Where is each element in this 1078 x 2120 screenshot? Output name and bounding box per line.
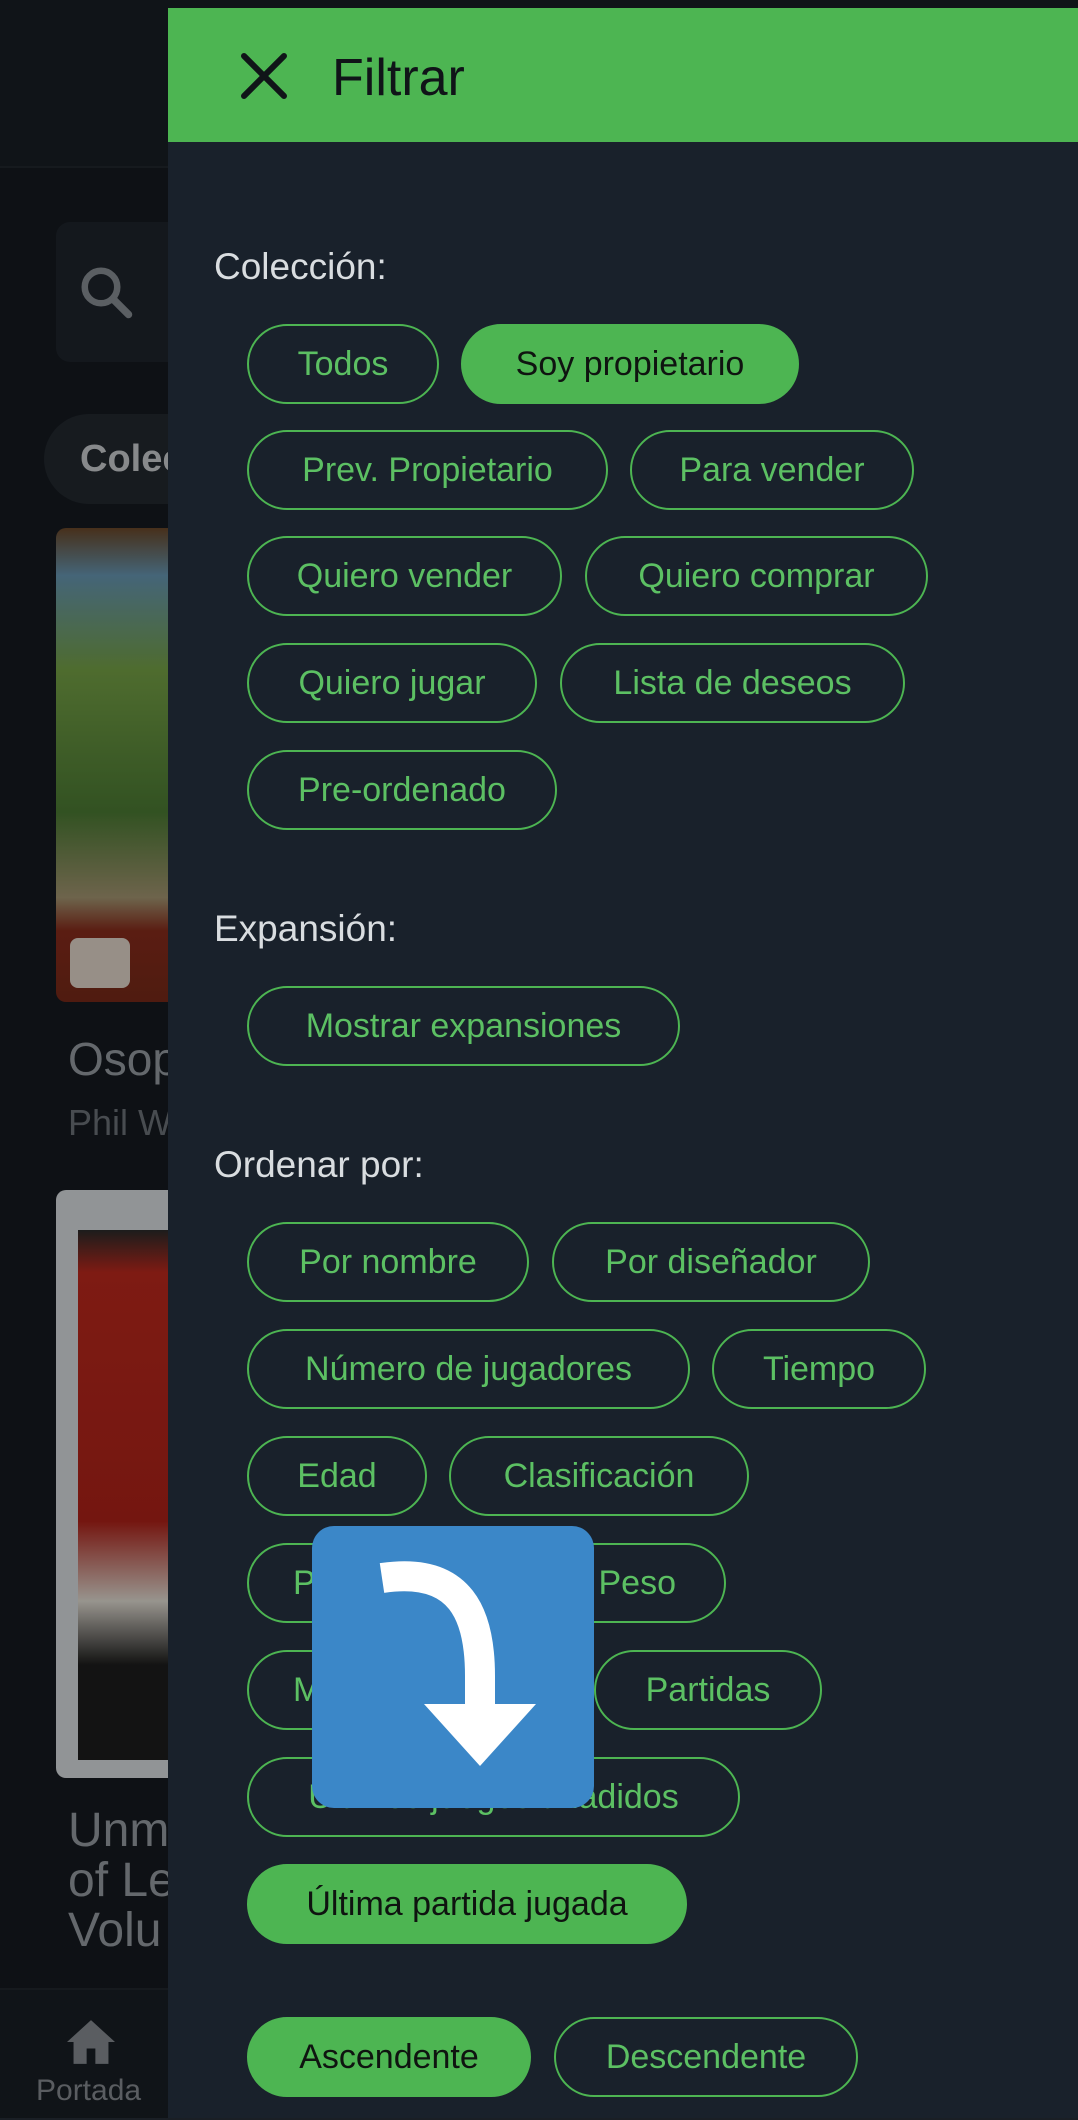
chip-partidas[interactable]: Partidas [594, 1650, 822, 1730]
chip-quiero-jugar[interactable]: Quiero jugar [247, 643, 537, 723]
drawer-header: Filtrar [168, 8, 1078, 142]
chip-edad[interactable]: Edad [247, 1436, 427, 1516]
chip-soy-propietario[interactable]: Soy propietario [461, 324, 799, 404]
chip-lista-de-deseos[interactable]: Lista de deseos [560, 643, 905, 723]
chip-todos[interactable]: Todos [247, 324, 439, 404]
filter-drawer: Filtrar Colección: Todos Soy propietario… [168, 8, 1078, 2118]
redo-arrow-icon [312, 1526, 594, 1808]
collection-section-label: Colección: [214, 246, 387, 287]
chip-clasificacion[interactable]: Clasificación [449, 1436, 749, 1516]
chip-pre-ordenado[interactable]: Pre-ordenado [247, 750, 557, 830]
drawer-title: Filtrar [332, 49, 465, 107]
chip-por-nombre[interactable]: Por nombre [247, 1222, 529, 1302]
sort-section-label: Ordenar por: [214, 1144, 424, 1185]
chip-numero-de-jugadores[interactable]: Número de jugadores [247, 1329, 690, 1409]
chip-por-disenador[interactable]: Por diseñador [552, 1222, 870, 1302]
chip-ultima-partida-jugada[interactable]: Última partida jugada [247, 1864, 687, 1944]
expansion-section-label: Expansión: [214, 908, 398, 949]
close-icon[interactable] [234, 46, 294, 106]
chip-para-vender[interactable]: Para vender [630, 430, 914, 510]
chip-quiero-comprar[interactable]: Quiero comprar [585, 536, 928, 616]
chip-prev-propietario[interactable]: Prev. Propietario [247, 430, 608, 510]
chip-tiempo[interactable]: Tiempo [712, 1329, 926, 1409]
chip-quiero-vender[interactable]: Quiero vender [247, 536, 562, 616]
chip-mostrar-expansiones[interactable]: Mostrar expansiones [247, 986, 680, 1066]
chip-descendente[interactable]: Descendente [554, 2017, 858, 2097]
chip-ascendente[interactable]: Ascendente [247, 2017, 531, 2097]
